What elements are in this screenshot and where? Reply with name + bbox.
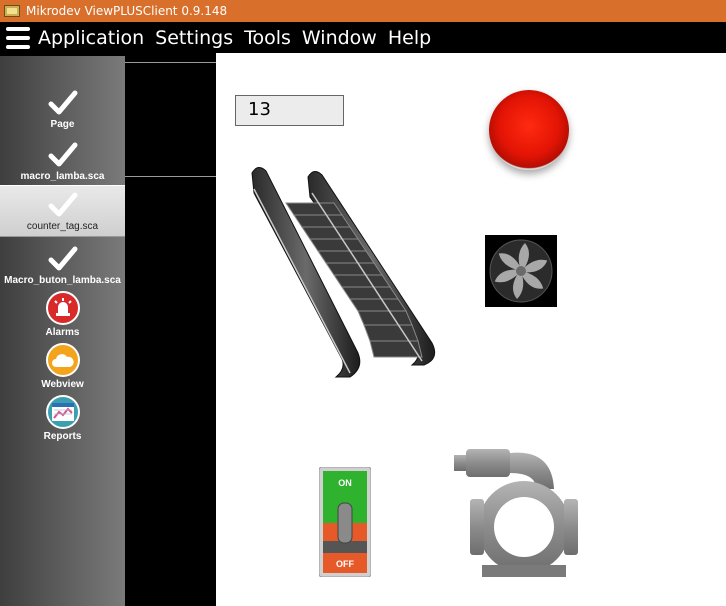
- window-title: Mikrodev ViewPLUSClient 0.9.148: [26, 4, 228, 18]
- sidebar-item-page[interactable]: Page: [0, 82, 125, 134]
- check-icon: [48, 246, 77, 271]
- sidebar-item-macro-lamba[interactable]: macro_lamba.sca: [0, 134, 125, 186]
- menu-settings[interactable]: Settings: [155, 27, 233, 49]
- report-icon: [45, 395, 80, 429]
- on-off-switch[interactable]: ON OFF: [319, 467, 371, 577]
- escalator-icon: [251, 167, 436, 378]
- alarm-icon: [45, 291, 80, 325]
- menu-help[interactable]: Help: [388, 27, 431, 49]
- menu-tools[interactable]: Tools: [244, 27, 291, 49]
- pump-icon: [454, 449, 578, 577]
- sidebar: Page macro_lamba.sca counter_tag.sca Mac…: [0, 53, 125, 606]
- check-icon: [48, 142, 77, 167]
- divider: [125, 176, 216, 177]
- check-icon: [48, 192, 77, 217]
- menu-window[interactable]: Window: [302, 27, 377, 49]
- sidebar-item-webview[interactable]: Webview: [0, 342, 125, 394]
- menu-application[interactable]: Application: [38, 27, 144, 49]
- title-bar: Mikrodev ViewPLUSClient 0.9.148: [0, 0, 726, 22]
- sidebar-item-counter-tag[interactable]: counter_tag.sca: [0, 185, 125, 237]
- sidebar-item-label: Macro_buton_lamba.sca: [4, 275, 121, 286]
- sidebar-item-label: counter_tag.sca: [26, 221, 99, 232]
- menu-bar: Application Settings Tools Window Help: [0, 22, 726, 53]
- red-push-button[interactable]: [489, 90, 569, 170]
- fan-icon: [485, 235, 557, 307]
- switch-on-label: ON: [338, 478, 352, 488]
- sidebar-item-label: Alarms: [45, 327, 80, 338]
- sidebar-item-macro-buton-lamba[interactable]: Macro_buton_lamba.sca: [0, 238, 125, 290]
- app-icon: [4, 5, 20, 17]
- counter-display: 13: [235, 95, 344, 126]
- sidebar-item-label: Webview: [41, 379, 84, 390]
- divider: [125, 62, 216, 63]
- sidebar-item-label: Reports: [43, 431, 82, 442]
- secondary-panel: [125, 53, 216, 606]
- switch-off-label: OFF: [336, 559, 354, 569]
- sidebar-item-label: Page: [50, 119, 75, 130]
- hamburger-menu-icon[interactable]: [6, 26, 30, 49]
- check-icon: [48, 90, 77, 115]
- cloud-icon: [45, 343, 80, 377]
- sidebar-item-reports[interactable]: Reports: [0, 394, 125, 446]
- sidebar-item-alarms[interactable]: Alarms: [0, 290, 125, 342]
- sidebar-item-label: macro_lamba.sca: [20, 171, 105, 182]
- scada-canvas: 13 ON OFF: [216, 53, 726, 606]
